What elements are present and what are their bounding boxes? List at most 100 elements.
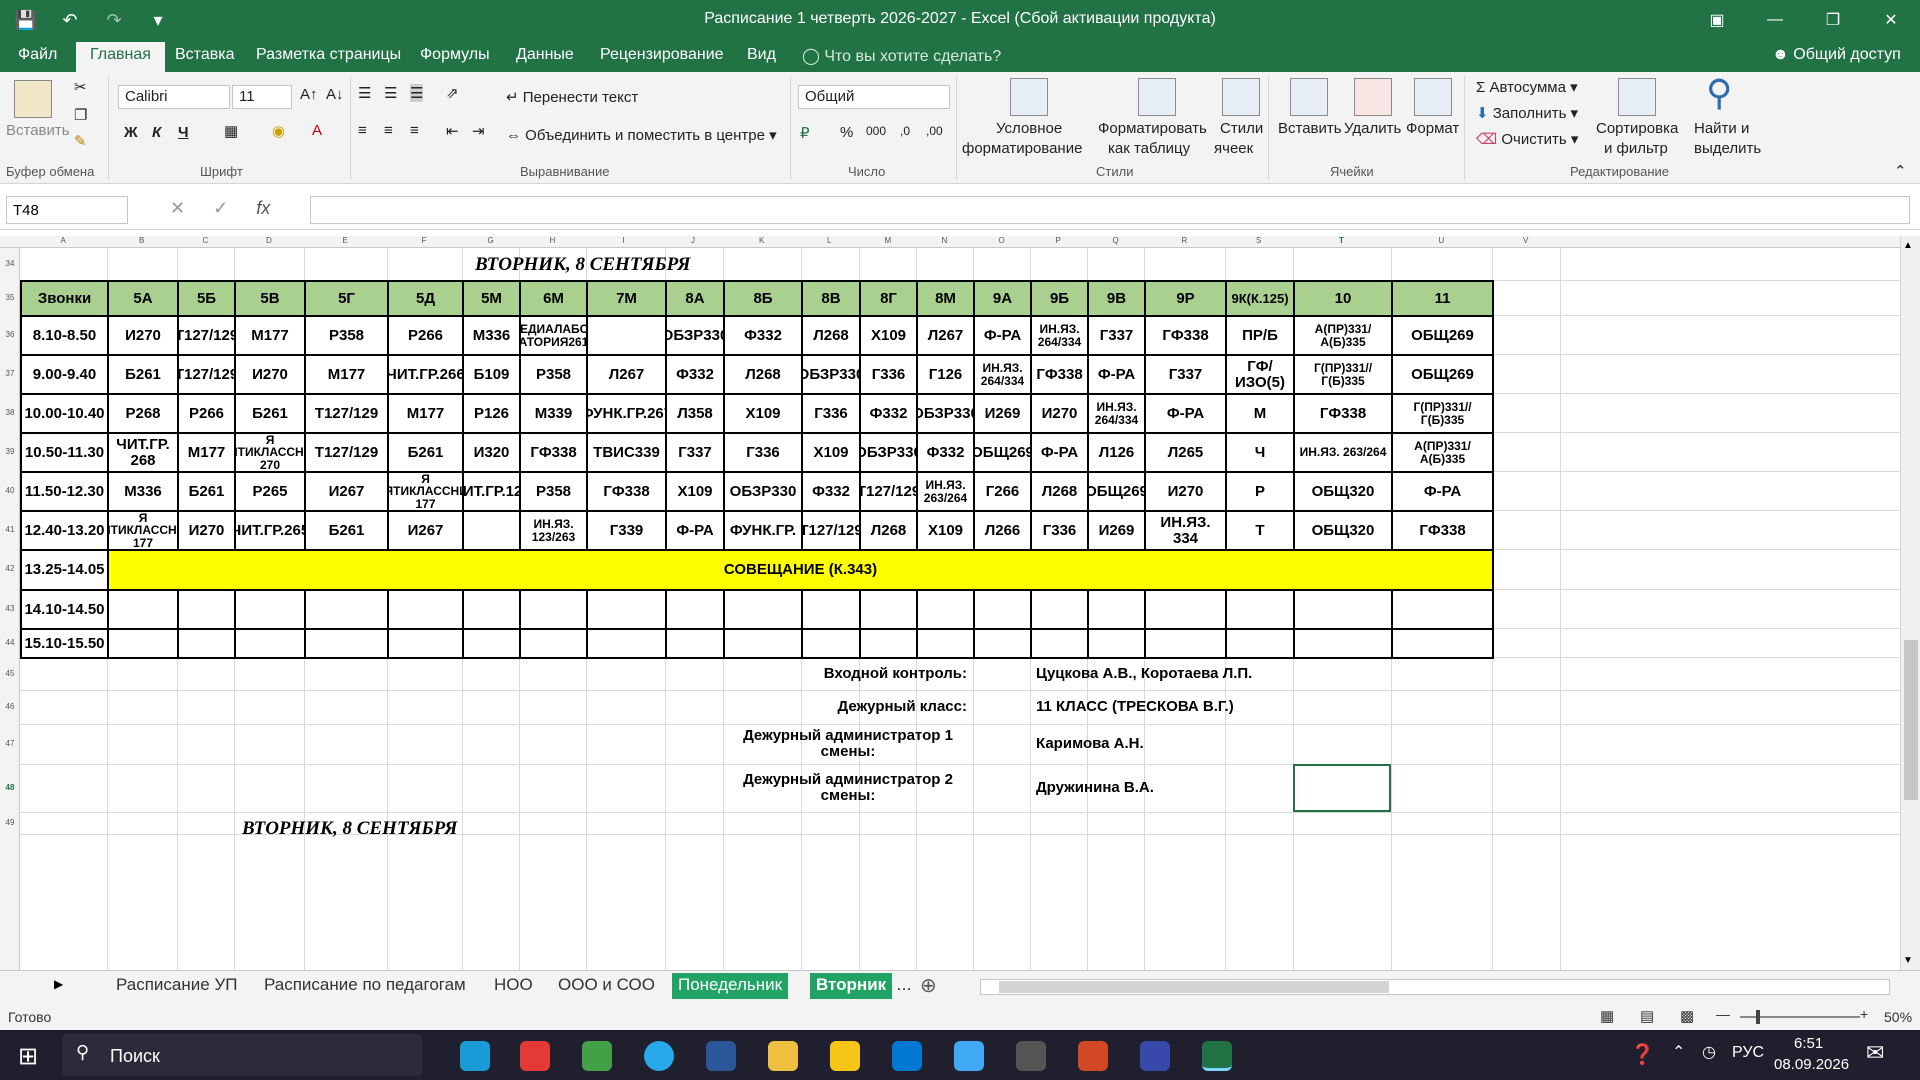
lesson-cell[interactable] [859, 589, 916, 628]
lesson-cell[interactable] [801, 589, 859, 628]
align-right-icon[interactable]: ≡ [410, 122, 419, 139]
lesson-cell[interactable]: Ф332 [723, 315, 801, 354]
column-header[interactable]: S [1256, 236, 1261, 245]
lesson-cell[interactable]: И267 [387, 510, 462, 549]
increase-indent-icon[interactable]: ⇥ [472, 122, 485, 140]
lesson-cell[interactable] [1030, 589, 1087, 628]
lesson-cell[interactable] [304, 628, 387, 657]
column-header[interactable]: K [759, 236, 764, 245]
chrome-icon[interactable] [582, 1041, 612, 1071]
sheet-tab[interactable]: НОО [488, 973, 539, 999]
keyboard-language[interactable]: РУС [1732, 1044, 1764, 1062]
lesson-cell[interactable]: М336 [107, 471, 177, 510]
header-cell[interactable]: 6М [519, 280, 586, 315]
header-cell[interactable]: 9В [1087, 280, 1144, 315]
decrease-indent-icon[interactable]: ⇤ [446, 122, 459, 140]
row-header[interactable]: 48 [0, 783, 20, 792]
telegram-icon[interactable] [644, 1041, 674, 1071]
lesson-cell[interactable]: Ф-РА [1087, 354, 1144, 393]
lesson-cell[interactable]: Я ПЯТИКЛАССНИК 177 [387, 471, 462, 510]
info-value[interactable]: Цуцкова А.В., Коротаева Л.П. [1030, 657, 1293, 690]
row-header[interactable]: 38 [0, 408, 20, 417]
format-cells-button[interactable]: Формат [1406, 120, 1459, 137]
header-cell[interactable]: 8А [665, 280, 723, 315]
ribbon-display-icon[interactable]: ▣ [1688, 0, 1746, 40]
lesson-cell[interactable]: Г336 [801, 393, 859, 432]
underline-button[interactable]: Ч [178, 124, 189, 141]
lesson-cell[interactable]: Ф-РА [1144, 393, 1225, 432]
windows-start-icon[interactable]: ⊞ [18, 1042, 38, 1071]
zoom-level[interactable]: 50% [1884, 1009, 1912, 1025]
lesson-cell[interactable]: Л268 [723, 354, 801, 393]
yandex-browser-icon[interactable] [1140, 1041, 1170, 1071]
lesson-cell[interactable]: ГФ338 [519, 432, 586, 471]
lesson-cell[interactable]: Г(ПР)331//Г(Б)335 [1293, 354, 1391, 393]
lesson-cell[interactable]: Л358 [665, 393, 723, 432]
lesson-cell[interactable]: Р265 [234, 471, 304, 510]
lesson-cell[interactable]: Л266 [973, 510, 1030, 549]
column-header[interactable]: R [1182, 236, 1188, 245]
lesson-cell[interactable]: Р268 [107, 393, 177, 432]
sort-filter-line1[interactable]: Сортировка [1596, 120, 1678, 137]
zoom-in-icon[interactable]: + [1860, 1006, 1868, 1022]
lesson-cell[interactable] [801, 628, 859, 657]
delete-cells-button[interactable]: Удалить [1344, 120, 1401, 137]
lesson-cell[interactable]: ОБЩ269 [1391, 315, 1492, 354]
info-label[interactable]: Дежурный администратор 2 смены: [723, 764, 973, 812]
word-icon[interactable] [706, 1041, 736, 1071]
column-header[interactable]: D [266, 236, 272, 245]
function-icon[interactable]: fx [256, 198, 270, 219]
cancel-icon[interactable]: ✕ [170, 198, 185, 219]
column-header[interactable]: O [999, 236, 1005, 245]
lesson-cell[interactable]: ГФ338 [1144, 315, 1225, 354]
lesson-cell[interactable] [519, 628, 586, 657]
enter-icon[interactable]: ✓ [213, 198, 228, 219]
lesson-cell[interactable]: Б261 [304, 510, 387, 549]
lesson-cell[interactable] [1144, 628, 1225, 657]
row-header[interactable]: 41 [0, 525, 20, 534]
lesson-cell[interactable] [1030, 628, 1087, 657]
find-select-line1[interactable]: Найти и [1694, 120, 1749, 137]
lesson-cell[interactable] [462, 510, 519, 549]
lesson-cell[interactable]: Г337 [1144, 354, 1225, 393]
lesson-cell[interactable]: ФУНК.ГР. [723, 510, 801, 549]
column-header[interactable]: G [488, 236, 494, 245]
header-cell[interactable]: 8В [801, 280, 859, 315]
vertical-scrollbar[interactable]: ▲ ▼ [1900, 236, 1920, 970]
lesson-cell[interactable]: Т127/129 [801, 510, 859, 549]
lesson-cell[interactable]: Л268 [801, 315, 859, 354]
tab-file[interactable]: Файл [18, 46, 57, 64]
lesson-cell[interactable]: Г337 [665, 432, 723, 471]
taskbar-search[interactable]: ⚲ Поиск [62, 1034, 422, 1076]
row-header[interactable]: 49 [0, 818, 20, 827]
lesson-cell[interactable] [916, 589, 973, 628]
lesson-cell[interactable] [1144, 589, 1225, 628]
align-bottom-icon[interactable]: ☰ [410, 84, 424, 102]
lesson-cell[interactable] [304, 589, 387, 628]
lesson-cell[interactable]: ИН.ЯЗ. 264/334 [1087, 393, 1144, 432]
align-left-icon[interactable]: ≡ [358, 122, 367, 139]
lesson-cell[interactable] [1293, 589, 1391, 628]
lesson-cell[interactable]: ОБЗР330 [801, 354, 859, 393]
paste-icon[interactable] [14, 80, 52, 118]
lesson-cell[interactable]: Р358 [519, 354, 586, 393]
scroll-tabs-icon[interactable]: ▶ [54, 977, 63, 991]
row-header[interactable]: 43 [0, 604, 20, 613]
format-as-table-line2[interactable]: как таблицу [1108, 140, 1190, 157]
lesson-cell[interactable] [723, 628, 801, 657]
lesson-cell[interactable]: Г(ПР)331//Г(Б)335 [1391, 393, 1492, 432]
add-sheet-icon[interactable]: ⊕ [920, 973, 937, 998]
lesson-cell[interactable]: Х109 [665, 471, 723, 510]
row-header[interactable]: 36 [0, 330, 20, 339]
lesson-cell[interactable]: М177 [177, 432, 234, 471]
decrease-font-icon[interactable]: A↓ [326, 86, 344, 103]
lesson-cell[interactable]: ИН.ЯЗ. 264/334 [1030, 315, 1087, 354]
lesson-cell[interactable]: ЧИТ.ГР.266 [387, 354, 462, 393]
lesson-cell[interactable]: Г337 [1087, 315, 1144, 354]
lesson-cell[interactable]: Я ПЯТИКЛАССНИК 270 [234, 432, 304, 471]
excel-icon[interactable] [1202, 1041, 1232, 1071]
row-header[interactable]: 46 [0, 702, 20, 711]
header-cell[interactable]: 8М [916, 280, 973, 315]
row-header[interactable]: 37 [0, 369, 20, 378]
lesson-cell[interactable]: ЧИТ.ГР. 268 [107, 432, 177, 471]
